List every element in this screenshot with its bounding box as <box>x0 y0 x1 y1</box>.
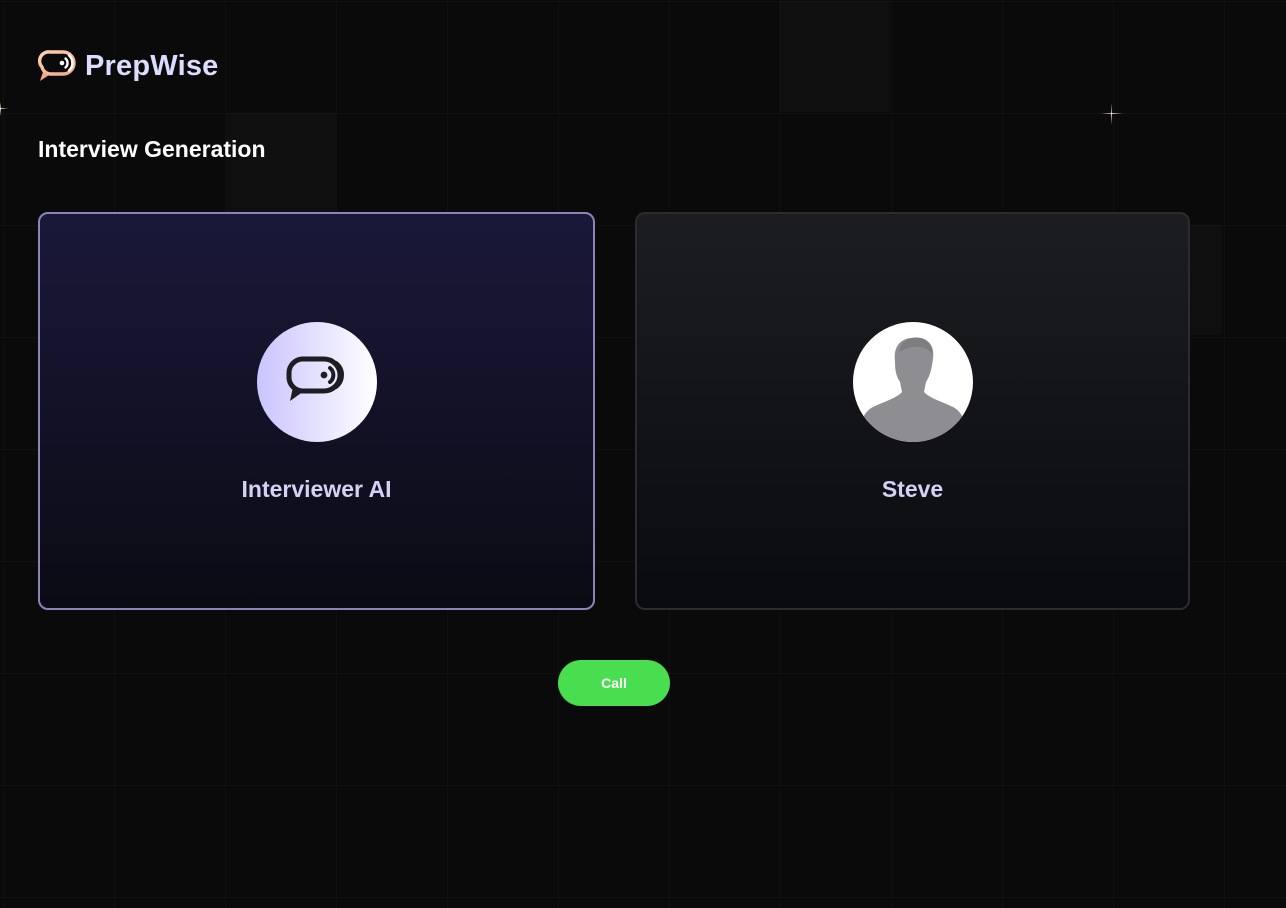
sparkle-decoration <box>0 102 8 116</box>
brand-logo-icon <box>38 50 76 81</box>
background-tile <box>779 1 890 112</box>
app-page: PrepWise Interview Generation Interviewe… <box>0 0 1286 908</box>
brand-home-link[interactable]: PrepWise <box>38 48 219 84</box>
user-silhouette-icon <box>858 337 967 442</box>
page-title: Interview Generation <box>38 136 266 162</box>
brand-name: PrepWise <box>85 49 219 82</box>
user-avatar <box>852 322 973 442</box>
call-button[interactable]: Call <box>558 660 670 706</box>
user-name: Steve <box>881 476 944 502</box>
interviewer-card: Interviewer AI <box>38 212 595 610</box>
user-card: Steve <box>635 212 1190 610</box>
interviewer-name: Interviewer AI <box>241 476 392 502</box>
background-tile <box>226 113 336 223</box>
sparkle-decoration <box>1101 103 1123 125</box>
chat-bubble-signal-icon <box>285 356 344 401</box>
interviewer-avatar <box>256 322 377 442</box>
